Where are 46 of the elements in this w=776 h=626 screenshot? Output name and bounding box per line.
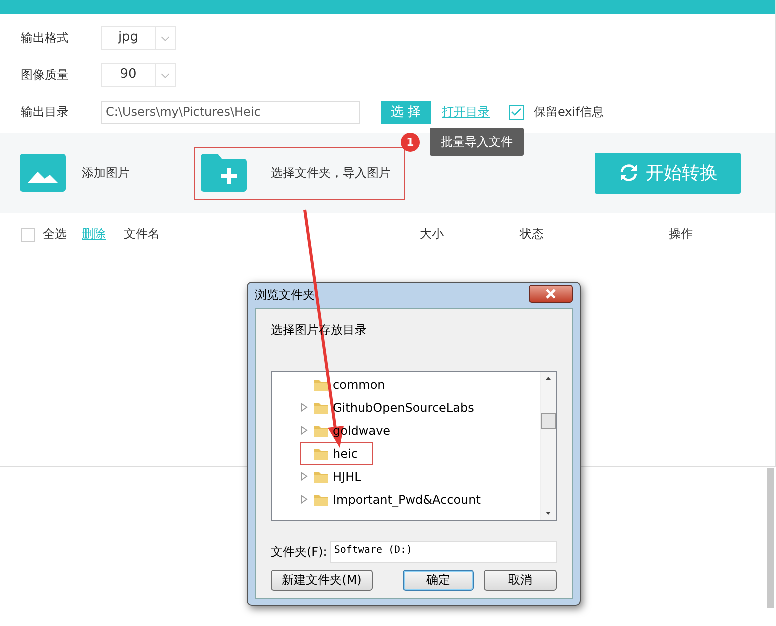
select-all-checkbox[interactable] (21, 228, 35, 242)
expand-icon[interactable] (301, 403, 309, 412)
tree-item[interactable]: common (300, 373, 386, 396)
checkbox-label: 保留exif信息 (534, 104, 604, 120)
folder-icon (313, 492, 329, 506)
select-all-label: 全选 (42, 226, 68, 243)
folder-plus-icon[interactable] (201, 154, 247, 192)
image-icon[interactable] (20, 154, 66, 192)
column-header: 操作 (669, 226, 694, 243)
close-icon (545, 289, 557, 299)
folder-icon (313, 378, 329, 392)
tree-item[interactable]: heic (300, 442, 373, 465)
tree-item[interactable]: Important_Pwd&Account (300, 488, 482, 511)
field-label: 输出格式 (21, 30, 70, 46)
window-title: 浏览文件夹 (255, 287, 315, 304)
scrollbar[interactable] (540, 372, 556, 520)
checkbox[interactable] (509, 104, 524, 120)
path-field[interactable]: C:\Users\my\Pictures\Heic (101, 100, 360, 124)
dialog-button[interactable]: 新建文件夹(M) (271, 570, 373, 591)
add-image-label[interactable]: 添加图片 (82, 164, 130, 182)
column-header: 状态 (520, 226, 545, 243)
folder-icon (313, 470, 329, 484)
dropdown[interactable]: jpg (101, 26, 176, 50)
folder-label: 文件夹(F): (271, 544, 328, 560)
tooltip: 批量导入文件 (430, 128, 524, 156)
expand-icon[interactable] (301, 426, 309, 435)
add-folder-label[interactable]: 选择文件夹，导入图片 (271, 164, 391, 182)
tree-item[interactable]: GithubOpenSourceLabs (300, 396, 476, 419)
column-header: 大小 (420, 226, 445, 243)
folder-icon (313, 446, 329, 460)
dialog-button[interactable]: 取消 (484, 570, 557, 591)
folder-field[interactable]: Software (D:) (330, 541, 557, 563)
column-header: 文件名 (124, 226, 161, 243)
tree-item[interactable]: HJHL (300, 465, 362, 488)
expand-icon[interactable] (301, 472, 309, 481)
folder-icon (313, 400, 329, 414)
dropdown[interactable]: 90 (101, 63, 176, 87)
field-label: 图像质量 (21, 66, 70, 84)
close-button[interactable] (529, 285, 573, 303)
dialog-button[interactable]: 确定 (403, 570, 474, 591)
scrollbar[interactable] (767, 468, 774, 608)
expand-icon[interactable] (301, 495, 309, 504)
folder-icon (313, 424, 329, 438)
refresh-icon (618, 162, 640, 184)
field-label: 输出目录 (21, 104, 70, 120)
scroll-thumb[interactable] (541, 413, 556, 429)
